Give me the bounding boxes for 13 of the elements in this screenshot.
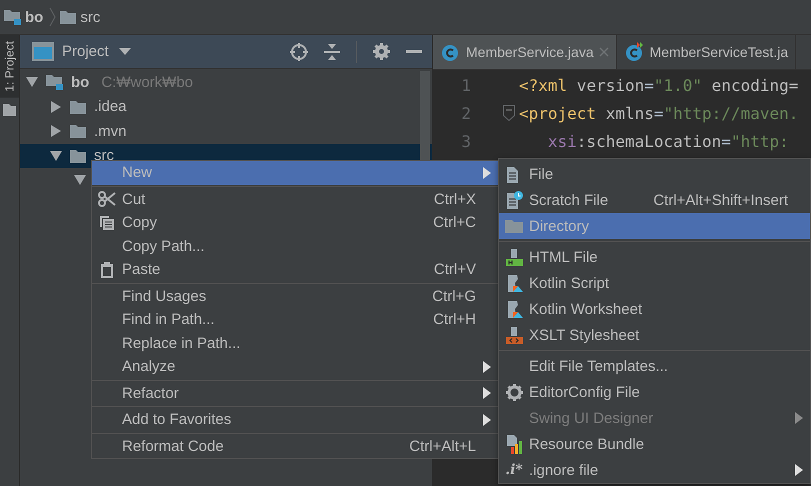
ignore-icon-label: .i*	[505, 462, 523, 478]
tree-path: C:₩work₩bo	[101, 74, 193, 91]
code-line: <?xml version="1.0" encoding=	[519, 76, 798, 94]
line-number: 2	[460, 104, 471, 122]
tab-label: MemberService.java	[466, 44, 594, 60]
code-line: xsi:schemaLocation="http:	[546, 132, 789, 150]
tree-label: .mvn	[94, 122, 127, 140]
code-line: <project xmlns="http://maven.	[519, 104, 798, 122]
tab-label: MemberServiceTest.ja	[650, 44, 788, 60]
tree-label: bo	[71, 74, 90, 91]
tree-label: .idea	[94, 98, 127, 116]
line-number: 1	[460, 76, 471, 94]
line-number: 3	[460, 132, 471, 150]
